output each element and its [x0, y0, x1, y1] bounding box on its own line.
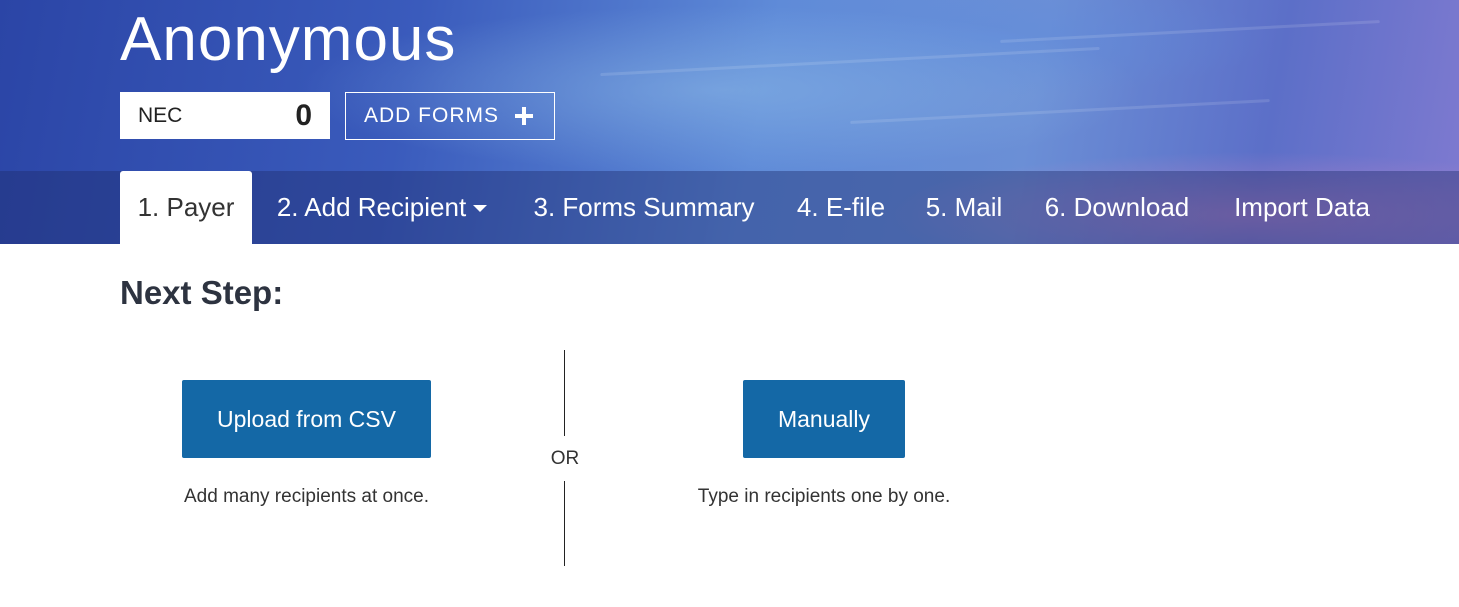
- add-forms-button[interactable]: ADD FORMS: [345, 92, 555, 140]
- form-counter: NEC 0: [120, 92, 330, 139]
- manual-hint: Type in recipients one by one.: [697, 486, 951, 507]
- app-title: Anonymous: [120, 5, 457, 74]
- tab-label: 3. Forms Summary: [533, 192, 755, 222]
- sky-streak: [850, 99, 1270, 124]
- plus-icon: [515, 107, 533, 125]
- tab-import-data[interactable]: Import Data: [1220, 171, 1384, 244]
- manual-entry-button[interactable]: Manually: [743, 380, 905, 458]
- tab-mail[interactable]: 5. Mail: [914, 171, 1014, 244]
- tab-forms-summary[interactable]: 3. Forms Summary: [520, 171, 768, 244]
- upload-csv-button[interactable]: Upload from CSV: [182, 380, 431, 458]
- tab-label: Import Data: [1234, 192, 1370, 222]
- sky-streak: [600, 46, 1100, 77]
- header-banner: Anonymous NEC 0 ADD FORMS 1. Payer 2. Ad…: [0, 0, 1459, 244]
- next-step-heading: Next Step:: [120, 274, 284, 311]
- sky-streak: [1000, 20, 1380, 43]
- form-count: 0: [295, 99, 312, 132]
- tab-label: 4. E-file: [796, 192, 886, 222]
- tab-download[interactable]: 6. Download: [1032, 171, 1202, 244]
- divider-bottom: [564, 481, 565, 566]
- tab-label: 2. Add Recipient: [276, 192, 467, 222]
- add-forms-label: ADD FORMS: [364, 104, 499, 127]
- upload-hint: Add many recipients at once.: [183, 486, 430, 507]
- form-type-label: NEC: [138, 104, 183, 127]
- tab-label: 1. Payer: [137, 192, 235, 222]
- tab-e-file[interactable]: 4. E-file: [786, 171, 896, 244]
- tab-label: 5. Mail: [925, 192, 1003, 222]
- tab-label: 6. Download: [1044, 192, 1190, 222]
- chevron-down-icon: [473, 205, 488, 212]
- tab-payer[interactable]: 1. Payer: [120, 171, 252, 244]
- or-separator: OR: [550, 448, 580, 469]
- step-tabs: 1. Payer 2. Add Recipient 3. Forms Summa…: [0, 171, 1459, 244]
- divider-top: [564, 350, 565, 436]
- tab-add-recipient[interactable]: 2. Add Recipient: [262, 171, 502, 244]
